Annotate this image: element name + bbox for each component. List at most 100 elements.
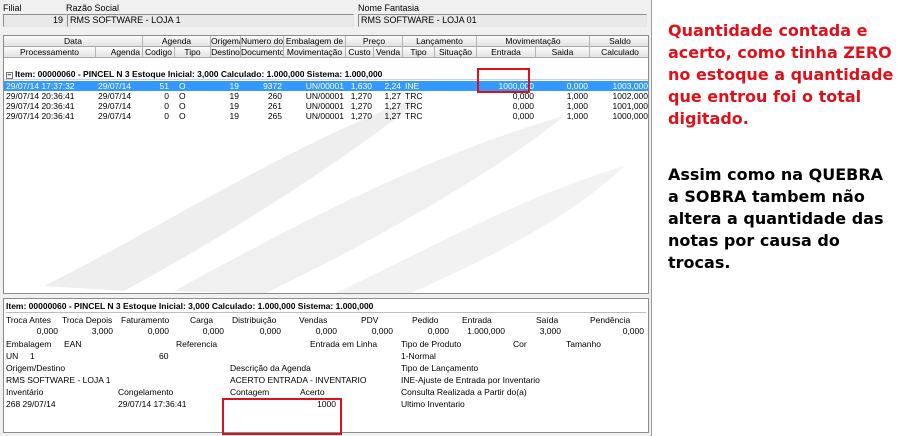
- cell-processamento: 29/07/14 20:36:41: [6, 101, 75, 111]
- cell-entrada: 0,000: [512, 101, 534, 111]
- cell-codigo: 0: [164, 91, 169, 101]
- totals-value-distribuicao: 0,000: [259, 326, 281, 336]
- cell-custo: 1,630: [350, 81, 372, 91]
- totals-value-pedido: 0,000: [427, 326, 449, 336]
- cell-destino: 19: [229, 101, 239, 111]
- tipo-produto-value: 1-Normal: [401, 351, 436, 361]
- col-custo[interactable]: Custo: [346, 47, 374, 58]
- tipo-produto-label: Tipo de Produto: [401, 339, 462, 349]
- cell-lanc-tipo: TRC: [405, 91, 423, 101]
- group-origem: Origem/: [211, 36, 241, 47]
- desc-agenda-label: Descrição da Agenda: [230, 363, 311, 373]
- annotation-line: acerto, como tinha ZERO: [668, 43, 892, 62]
- cell-embalagem: UN/00001: [305, 101, 344, 111]
- cell-venda: 1,27: [384, 101, 401, 111]
- cell-processamento: 29/07/14 20:36:41: [6, 91, 75, 101]
- cell-venda: 2,24: [384, 81, 401, 91]
- cell-saida: 1,000: [566, 111, 588, 121]
- cell-documento: 9372: [263, 81, 282, 91]
- cell-lanc-tipo: TRC: [405, 101, 423, 111]
- cell-tipo: O: [179, 101, 186, 111]
- tipo-lancamento-value: INE-Ajuste de Entrada por Inventario: [401, 375, 540, 385]
- group-lancamento: Lançamento: [403, 36, 477, 47]
- origem-value: RMS SOFTWARE - LOJA 1: [6, 375, 111, 385]
- totals-label-pendencia: Pendência: [590, 315, 631, 325]
- collapse-icon[interactable]: –: [6, 72, 13, 79]
- ean-value: 1: [30, 351, 35, 361]
- totals-label-troca-antes: Troca Antes: [6, 315, 52, 325]
- cell-saida: 1,000: [566, 101, 588, 111]
- table-row[interactable]: 29/07/14 20:36:41 29/07/14 0 O 19 261 UN…: [4, 101, 648, 111]
- cell-tipo: O: [179, 81, 186, 91]
- annotation-black: Assim como na QUEBRA a SOBRA tambem não …: [668, 164, 883, 274]
- item-group-row[interactable]: – Item: 00000060 - PINCEL N 3 Estoque Ini…: [4, 69, 648, 80]
- table-row[interactable]: 29/07/14 17:37:32 29/07/14 51 O 19 9372 …: [4, 81, 648, 91]
- cell-tipo: O: [179, 111, 186, 121]
- col-saida[interactable]: Saida: [536, 47, 590, 58]
- annotation-line: que entrou foi o total: [668, 87, 862, 106]
- cell-situacao: [435, 91, 477, 101]
- cell-lanc-tipo: TRC: [405, 111, 423, 121]
- congelamento-label: Congelamento: [118, 387, 174, 397]
- inventario-label: Inventário: [6, 387, 44, 397]
- cell-calculado: 1001,000: [612, 101, 648, 111]
- congelamento-value: 29/07/14 17:36:41: [118, 399, 187, 409]
- totals-label-faturamento: Faturamento: [121, 315, 170, 325]
- consulta-label: Consulta Realizada a Partir do(a): [401, 387, 527, 397]
- col-lanc-tipo[interactable]: Tipo: [403, 47, 435, 58]
- razao-social-field[interactable]: RMS SOFTWARE - LOJA 1: [67, 14, 354, 27]
- movement-grid: Data Agenda Origem/ Numero do Embalagem …: [3, 35, 649, 294]
- group-saldo: Saldo: [609, 36, 631, 46]
- col-embalagem-mov[interactable]: Movimentação: [284, 47, 346, 58]
- entrada-linha-label: Entrada em Linha: [310, 339, 378, 349]
- table-row[interactable]: 29/07/14 20:36:41 29/07/14 0 O 19 265 UN…: [4, 111, 648, 121]
- cell-saida: 0,000: [566, 81, 588, 91]
- annotation-line: no estoque a quantidade: [668, 65, 894, 84]
- filial-field[interactable]: 19: [3, 14, 67, 27]
- col-venda[interactable]: Venda: [374, 47, 403, 58]
- razao-social-label: Razão Social: [66, 3, 120, 13]
- cell-entrada: 0,000: [512, 111, 534, 121]
- group-preco: Preço: [346, 36, 403, 47]
- referencia-label: Referencia: [176, 339, 218, 349]
- group-agenda: Agenda: [143, 36, 211, 47]
- col-tipo[interactable]: Tipo: [175, 47, 211, 58]
- totals-label-pdv: PDV: [361, 315, 379, 325]
- col-entrada[interactable]: Entrada: [477, 47, 536, 58]
- col-agenda[interactable]: Agenda: [96, 47, 143, 58]
- stock-movement-window: Filial Razão Social Nome Fantasia 19 RMS…: [0, 0, 652, 436]
- nome-fantasia-field[interactable]: RMS SOFTWARE - LOJA 01: [358, 14, 647, 27]
- cell-destino: 19: [229, 91, 239, 101]
- col-codigo[interactable]: Codigo: [143, 47, 175, 58]
- totals-label-pedido: Pedido: [412, 315, 439, 325]
- ean-label: EAN: [64, 339, 82, 349]
- cell-documento: 265: [267, 111, 282, 121]
- totals-label-troca-depois: Troca Depois: [62, 315, 113, 325]
- col-processamento[interactable]: Processamento: [4, 47, 96, 58]
- col-calculado[interactable]: Calculado: [590, 47, 648, 58]
- totals-value-vendas: 0,000: [315, 326, 337, 336]
- col-destino[interactable]: Destino: [211, 47, 241, 58]
- cell-calculado: 1000,000: [612, 111, 648, 121]
- annotation-line: a SOBRA tambem não: [668, 187, 865, 206]
- totals-value-troca-antes: 0,000: [36, 326, 58, 336]
- totals-label-distribuicao: Distribuição: [232, 315, 277, 325]
- cell-lanc-tipo: INE: [405, 81, 420, 91]
- cell-documento: 261: [267, 101, 282, 111]
- embalagem-label: Embalagem: [6, 339, 52, 349]
- detail-title: Item: 00000060 - PINCEL N 3 Estoque Inic…: [6, 301, 646, 313]
- table-row[interactable]: 29/07/14 20:36:41 29/07/14 0 O 19 260 UN…: [4, 91, 648, 101]
- totals-value-pdv: 0,000: [371, 326, 393, 336]
- cell-saida: 1,000: [566, 91, 588, 101]
- group-data: Data: [4, 36, 143, 47]
- cell-processamento: 29/07/14 20:36:41: [6, 111, 75, 121]
- cell-destino: 19: [229, 81, 239, 91]
- col-situacao[interactable]: Situação: [435, 47, 477, 58]
- filial-label: Filial: [3, 3, 22, 13]
- cell-custo: 1,270: [350, 101, 372, 111]
- totals-label-vendas: Vendas: [299, 315, 328, 325]
- desc-agenda-value: ACERTO ENTRADA - INVENTARIO: [230, 375, 367, 385]
- cell-codigo: 0: [164, 111, 169, 121]
- col-documento[interactable]: Documento: [241, 47, 284, 58]
- cell-agenda: 29/07/14: [98, 81, 132, 91]
